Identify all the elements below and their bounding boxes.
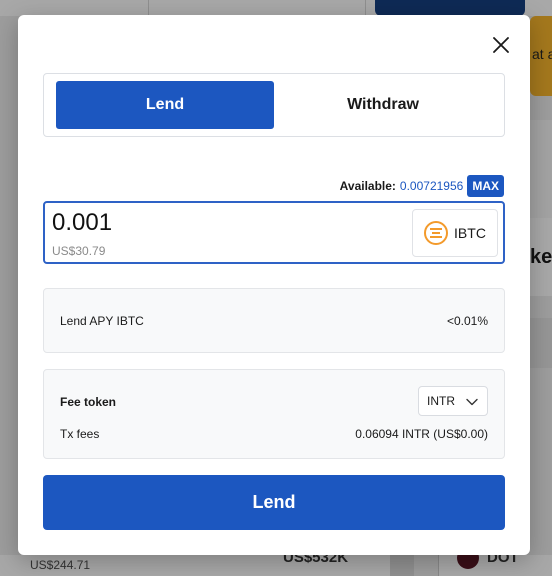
tab-lend[interactable]: Lend [56, 81, 274, 129]
background-section-heading: ke [530, 218, 552, 296]
background-table-row: DOT [438, 547, 552, 576]
background-value: US$244.71 [30, 558, 91, 572]
tab-withdraw[interactable]: Withdraw [274, 81, 492, 129]
lend-apy-value: <0.01% [446, 314, 488, 328]
close-button[interactable] [490, 34, 512, 56]
background-card [148, 0, 366, 16]
fee-details: Fee token INTR Tx fees 0.06094 INTR (US$… [43, 369, 505, 459]
available-label: Available: [339, 179, 396, 193]
background-button [375, 0, 525, 16]
lend-apy-label: Lend APY IBTC [60, 314, 144, 328]
chevron-down-icon [466, 398, 478, 406]
background-heading-text: ke [530, 246, 552, 268]
fee-token-value: INTR [427, 394, 455, 408]
fee-token-select[interactable]: INTR [418, 386, 488, 416]
lend-submit-button[interactable]: Lend [43, 475, 505, 530]
ibtc-logo-icon [430, 228, 443, 238]
amount-input[interactable] [52, 209, 352, 237]
lend-modal: Lend Withdraw Available: 0.00721956 MAX … [18, 15, 530, 555]
ibtc-coin-icon [424, 221, 449, 245]
background-banner: at a [530, 16, 552, 96]
background-section [530, 120, 552, 218]
tx-fees-value: 0.06094 INTR (US$0.00) [355, 427, 488, 441]
tx-fees-label: Tx fees [60, 427, 100, 441]
background-section [530, 318, 552, 368]
close-icon [493, 37, 509, 53]
amount-usd-value: US$30.79 [52, 244, 106, 258]
background-divider [390, 555, 414, 576]
lend-apy-row: Lend APY IBTC <0.01% [43, 288, 505, 353]
available-balance: Available: 0.00721956 MAX [340, 175, 504, 197]
background-table-row: US$244.71 US$532K [0, 549, 390, 576]
lend-withdraw-tabs: Lend Withdraw [43, 73, 505, 137]
fee-token-label: Fee token [60, 395, 117, 409]
available-value[interactable]: 0.00721956 [400, 179, 463, 193]
background-banner-text: at a [532, 46, 552, 62]
amount-input-container[interactable]: US$30.79 IBTC [43, 201, 505, 264]
token-selector[interactable]: IBTC [412, 209, 498, 257]
max-button[interactable]: MAX [467, 175, 504, 197]
token-label: IBTC [454, 225, 486, 241]
